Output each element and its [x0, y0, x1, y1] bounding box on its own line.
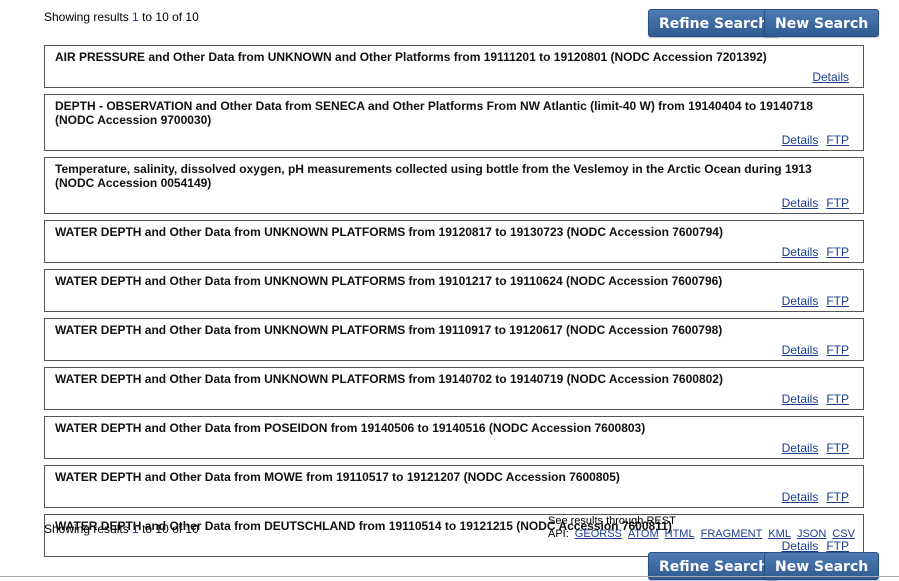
result-links: Details FTP — [55, 392, 849, 406]
result-item: WATER DEPTH and Other Data from POSEIDON… — [44, 416, 864, 459]
ftp-link[interactable]: FTP — [826, 539, 849, 553]
result-links: Details — [55, 70, 849, 84]
result-links: Details FTP — [55, 294, 849, 308]
page-bottom-divider — [0, 576, 899, 577]
details-link[interactable]: Details — [782, 343, 819, 357]
summary-rest: to 10 of 10 — [138, 10, 199, 24]
details-link[interactable]: Details — [782, 539, 819, 553]
result-title: WATER DEPTH and Other Data from UNKNOWN … — [55, 225, 723, 239]
result-item: WATER DEPTH and Other Data from MOWE fro… — [44, 465, 864, 508]
result-title: WATER DEPTH and Other Data from UNKNOWN … — [55, 323, 723, 337]
result-links: Details FTP — [55, 245, 849, 259]
ftp-link[interactable]: FTP — [826, 245, 849, 259]
api-link-html[interactable]: HTML — [665, 528, 695, 540]
api-format-row: API: GEORSS ATOM HTML FRAGMENT KML JSON CSV — [548, 528, 855, 541]
result-item: WATER DEPTH and Other Data from UNKNOWN … — [44, 269, 864, 312]
ftp-link[interactable]: FTP — [826, 133, 849, 147]
api-link-csv[interactable]: CSV — [832, 528, 855, 540]
result-links: Details FTP — [55, 490, 849, 504]
result-title: DEPTH - OBSERVATION and Other Data from … — [55, 99, 813, 127]
results-list: AIR PRESSURE and Other Data from UNKNOWN… — [44, 45, 864, 563]
api-link-georss[interactable]: GEORSS — [575, 528, 622, 540]
result-title: WATER DEPTH and Other Data from POSEIDON… — [55, 421, 646, 435]
api-label: API: — [548, 528, 569, 540]
result-links: Details FTP — [55, 133, 849, 147]
summary-prefix: Showing results — [44, 10, 133, 24]
details-link[interactable]: Details — [782, 133, 819, 147]
details-link[interactable]: Details — [782, 245, 819, 259]
ftp-link[interactable]: FTP — [826, 490, 849, 504]
refine-search-button-top[interactable]: Refine Search — [648, 9, 780, 37]
details-link[interactable]: Details — [782, 490, 819, 504]
ftp-link[interactable]: FTP — [826, 343, 849, 357]
result-title: AIR PRESSURE and Other Data from UNKNOWN… — [55, 50, 767, 64]
result-links: Details FTP — [55, 343, 849, 357]
ftp-link[interactable]: FTP — [826, 294, 849, 308]
ftp-link[interactable]: FTP — [826, 392, 849, 406]
summary-start: 1 — [132, 522, 139, 536]
api-caption: See results through REST — [548, 515, 676, 527]
result-title: WATER DEPTH and Other Data from MOWE fro… — [55, 470, 620, 484]
result-item: WATER DEPTH and Other Data from UNKNOWN … — [44, 220, 864, 263]
ftp-link[interactable]: FTP — [826, 441, 849, 455]
results-summary-bottom: Showing results 1 to 10 of 10 — [44, 522, 199, 536]
result-item: WATER DEPTH and Other Data from UNKNOWN … — [44, 318, 864, 361]
ftp-link[interactable]: FTP — [826, 196, 849, 210]
api-link-atom[interactable]: ATOM — [628, 528, 659, 540]
api-link-kml[interactable]: KML — [768, 528, 791, 540]
result-links: Details FTP — [55, 441, 849, 455]
result-item: AIR PRESSURE and Other Data from UNKNOWN… — [44, 45, 864, 88]
result-item: WATER DEPTH and Other Data from UNKNOWN … — [44, 367, 864, 410]
summary-prefix: Showing results — [44, 522, 133, 536]
summary-rest: to 10 of 10 — [138, 522, 199, 536]
result-title: Temperature, salinity, dissolved oxygen,… — [55, 162, 812, 190]
result-title: WATER DEPTH and Other Data from UNKNOWN … — [55, 372, 723, 386]
result-title: WATER DEPTH and Other Data from UNKNOWN … — [55, 274, 723, 288]
api-link-json[interactable]: JSON — [797, 528, 826, 540]
details-link[interactable]: Details — [782, 441, 819, 455]
summary-start: 1 — [132, 10, 139, 24]
result-item: Temperature, salinity, dissolved oxygen,… — [44, 157, 864, 214]
results-summary-top: Showing results 1 to 10 of 10 — [44, 10, 199, 24]
api-link-fragment[interactable]: FRAGMENT — [701, 528, 763, 540]
details-link[interactable]: Details — [782, 392, 819, 406]
details-link[interactable]: Details — [812, 70, 849, 84]
api-links: See results through REST API: GEORSS ATOM H… — [548, 515, 855, 541]
new-search-button-top[interactable]: New Search — [764, 9, 880, 37]
result-links: Details FTP — [55, 539, 849, 553]
result-links: Details FTP — [55, 196, 849, 210]
details-link[interactable]: Details — [782, 294, 819, 308]
result-item: DEPTH - OBSERVATION and Other Data from … — [44, 94, 864, 151]
details-link[interactable]: Details — [782, 196, 819, 210]
